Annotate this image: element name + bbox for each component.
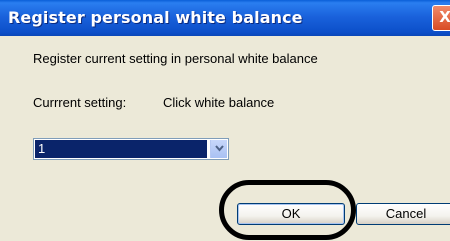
dropdown-button[interactable]: [210, 140, 227, 158]
close-button[interactable]: X: [432, 5, 450, 31]
dialog-message: Register current setting in personal whi…: [33, 51, 318, 66]
close-icon: X: [439, 8, 450, 26]
cancel-button[interactable]: Cancel: [356, 203, 450, 225]
current-setting-label: Currrent setting:: [33, 95, 127, 110]
white-balance-select[interactable]: 1: [33, 138, 229, 160]
dialog-title: Register personal white balance: [8, 8, 303, 27]
register-white-balance-dialog: Register personal white balance X Regist…: [0, 0, 450, 241]
current-setting-value: Click white balance: [163, 95, 275, 110]
title-bar[interactable]: Register personal white balance X: [0, 0, 450, 36]
select-selected-value: 1: [35, 140, 207, 158]
chevron-down-icon: [215, 145, 224, 152]
ok-button-highlight-ring: [219, 180, 356, 240]
